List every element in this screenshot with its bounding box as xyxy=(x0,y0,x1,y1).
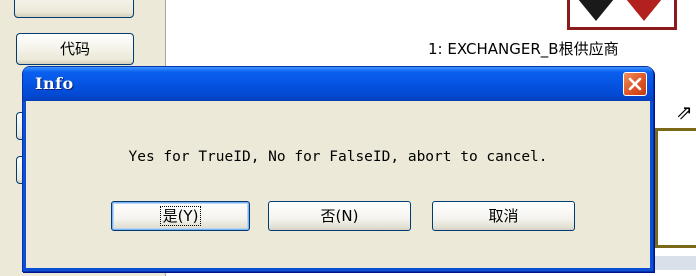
close-button[interactable] xyxy=(623,72,647,96)
node-shape-red xyxy=(626,0,662,21)
cancel-button[interactable]: 取消 xyxy=(432,201,575,231)
code-button[interactable]: 代码 xyxy=(16,33,134,65)
close-icon xyxy=(628,77,642,91)
side-button-top[interactable] xyxy=(14,0,134,18)
cancel-button-label: 取消 xyxy=(488,207,519,225)
no-button-label: 否(N) xyxy=(320,207,359,225)
diagram-node-red[interactable] xyxy=(567,0,677,30)
diagram-strip xyxy=(650,256,696,270)
node-shape-dark xyxy=(578,0,614,21)
dialog-message: Yes for TrueID, No for FalseID, abort to… xyxy=(128,149,548,165)
dialog-title-bar[interactable]: Info xyxy=(23,67,653,101)
diagram-connector-glyph: ⇗ xyxy=(676,100,693,124)
diagram-node-olive[interactable] xyxy=(655,128,696,248)
dialog-title: Info xyxy=(35,74,74,93)
dialog-body: Yes for TrueID, No for FalseID, abort to… xyxy=(26,101,650,268)
no-button[interactable]: 否(N) xyxy=(268,201,411,231)
screen: 代码 1: EXCHANGER_B根供应商 ⇗ Info Yes for Tru… xyxy=(0,0,696,276)
yes-button[interactable]: 是(Y) xyxy=(111,201,250,231)
info-dialog: Info Yes for TrueID, No for FalseID, abo… xyxy=(22,66,654,272)
diagram-node-label: 1: EXCHANGER_B根供应商 xyxy=(428,40,619,58)
yes-button-label: 是(Y) xyxy=(159,206,202,226)
